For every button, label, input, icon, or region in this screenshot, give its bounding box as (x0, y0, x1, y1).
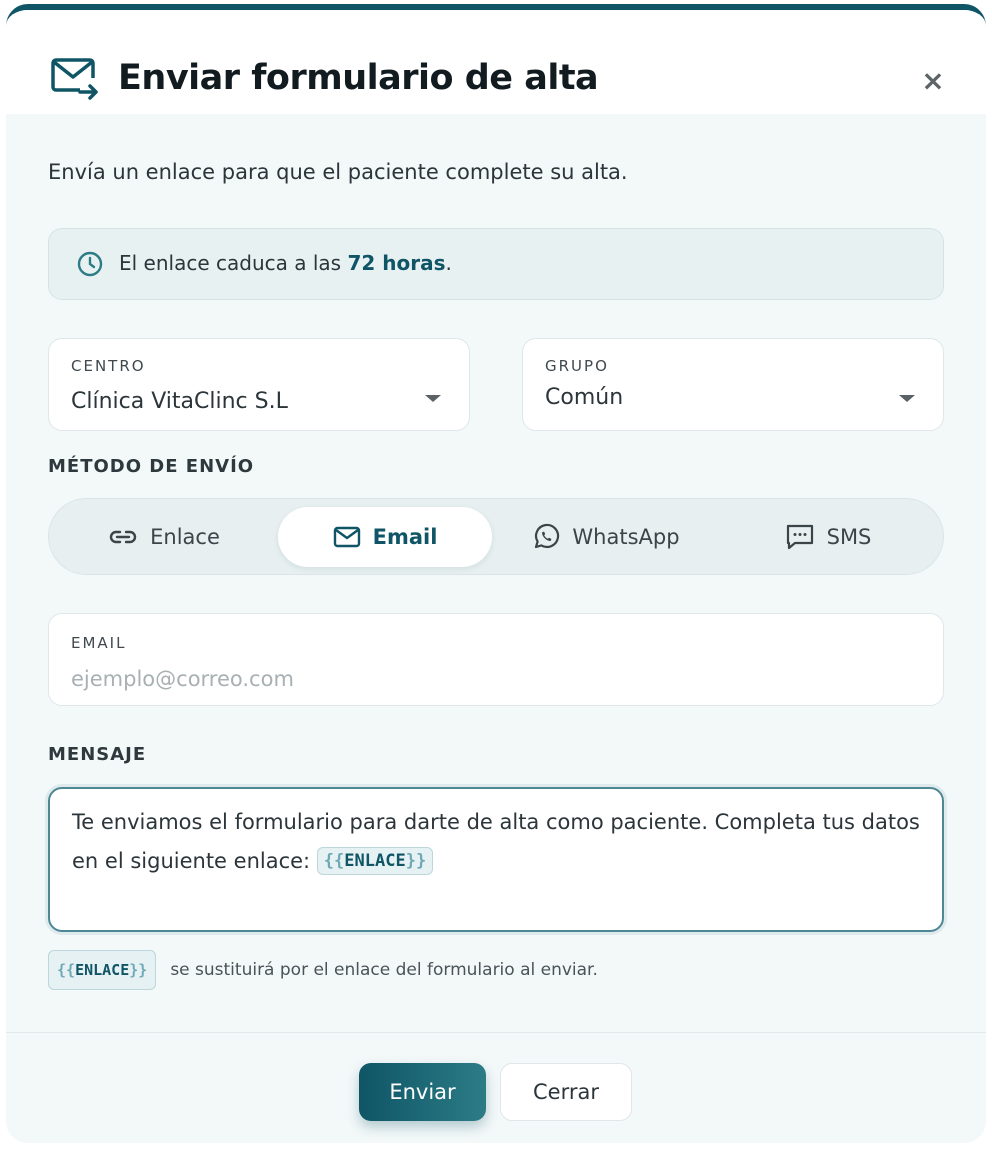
caret-down-icon (425, 395, 441, 402)
clock-icon (77, 251, 103, 277)
message-textarea[interactable]: Te enviamos el formulario para darte de … (48, 787, 944, 932)
method-option-enlace[interactable]: Enlace (57, 507, 271, 567)
expiry-suffix: . (445, 251, 452, 275)
expiry-hours: 72 horas (347, 251, 446, 275)
dialog-footer: Enviar Cerrar (6, 1032, 986, 1143)
method-label: Email (372, 525, 438, 549)
message-section-label: MENSAJE (48, 744, 147, 765)
message-text: Te enviamos el formulario para darte de … (72, 810, 920, 873)
expiry-text: El enlace caduca a las 72 horas. (119, 251, 452, 275)
token-hint: {{ENLACE}} se sustituirá por el enlace d… (48, 950, 598, 990)
method-label: SMS (826, 525, 872, 549)
centro-value: Clínica VitaClinc S.L (71, 389, 288, 414)
method-option-whatsapp[interactable]: WhatsApp (499, 507, 713, 567)
link-icon (110, 530, 137, 544)
email-label: EMAIL (71, 634, 127, 652)
close-icon[interactable]: × (918, 66, 948, 96)
mail-send-icon (51, 58, 98, 100)
whatsapp-icon (535, 523, 560, 549)
centro-label: CENTRO (71, 357, 146, 375)
send-method-selector: Enlace Email WhatsApp SMS (48, 498, 944, 575)
hint-text: se sustituirá por el enlace del formular… (170, 960, 598, 980)
dialog-description: Envía un enlace para que el paciente com… (48, 160, 628, 184)
caret-down-icon (899, 395, 915, 402)
expiry-notice: El enlace caduca a las 72 horas. (48, 228, 944, 300)
dialog-header: Enviar formulario de alta × (6, 10, 986, 114)
close-button[interactable]: Cerrar (500, 1063, 632, 1121)
email-field-card: EMAIL (48, 613, 944, 706)
mail-icon (333, 526, 360, 548)
link-token: {{ENLACE}} (48, 950, 157, 990)
sms-icon (786, 524, 813, 550)
expiry-prefix: El enlace caduca a las (119, 251, 348, 275)
centro-select[interactable]: CENTRO Clínica VitaClinc S.L (48, 338, 470, 431)
grupo-label: GRUPO (545, 357, 609, 375)
method-section-label: MÉTODO DE ENVÍO (48, 456, 255, 477)
method-option-email[interactable]: Email (278, 507, 492, 567)
grupo-select[interactable]: GRUPO Común (522, 338, 944, 431)
dialog-title: Enviar formulario de alta (118, 58, 599, 98)
grupo-value: Común (545, 385, 624, 410)
link-token: {{ENLACE}} (316, 847, 434, 875)
send-button[interactable]: Enviar (359, 1063, 486, 1121)
method-label: Enlace (150, 525, 220, 549)
send-form-dialog: Enviar formulario de alta × Envía un enl… (6, 4, 986, 1143)
email-input[interactable] (71, 664, 911, 694)
method-option-sms[interactable]: SMS (721, 507, 935, 567)
method-label: WhatsApp (572, 525, 680, 549)
